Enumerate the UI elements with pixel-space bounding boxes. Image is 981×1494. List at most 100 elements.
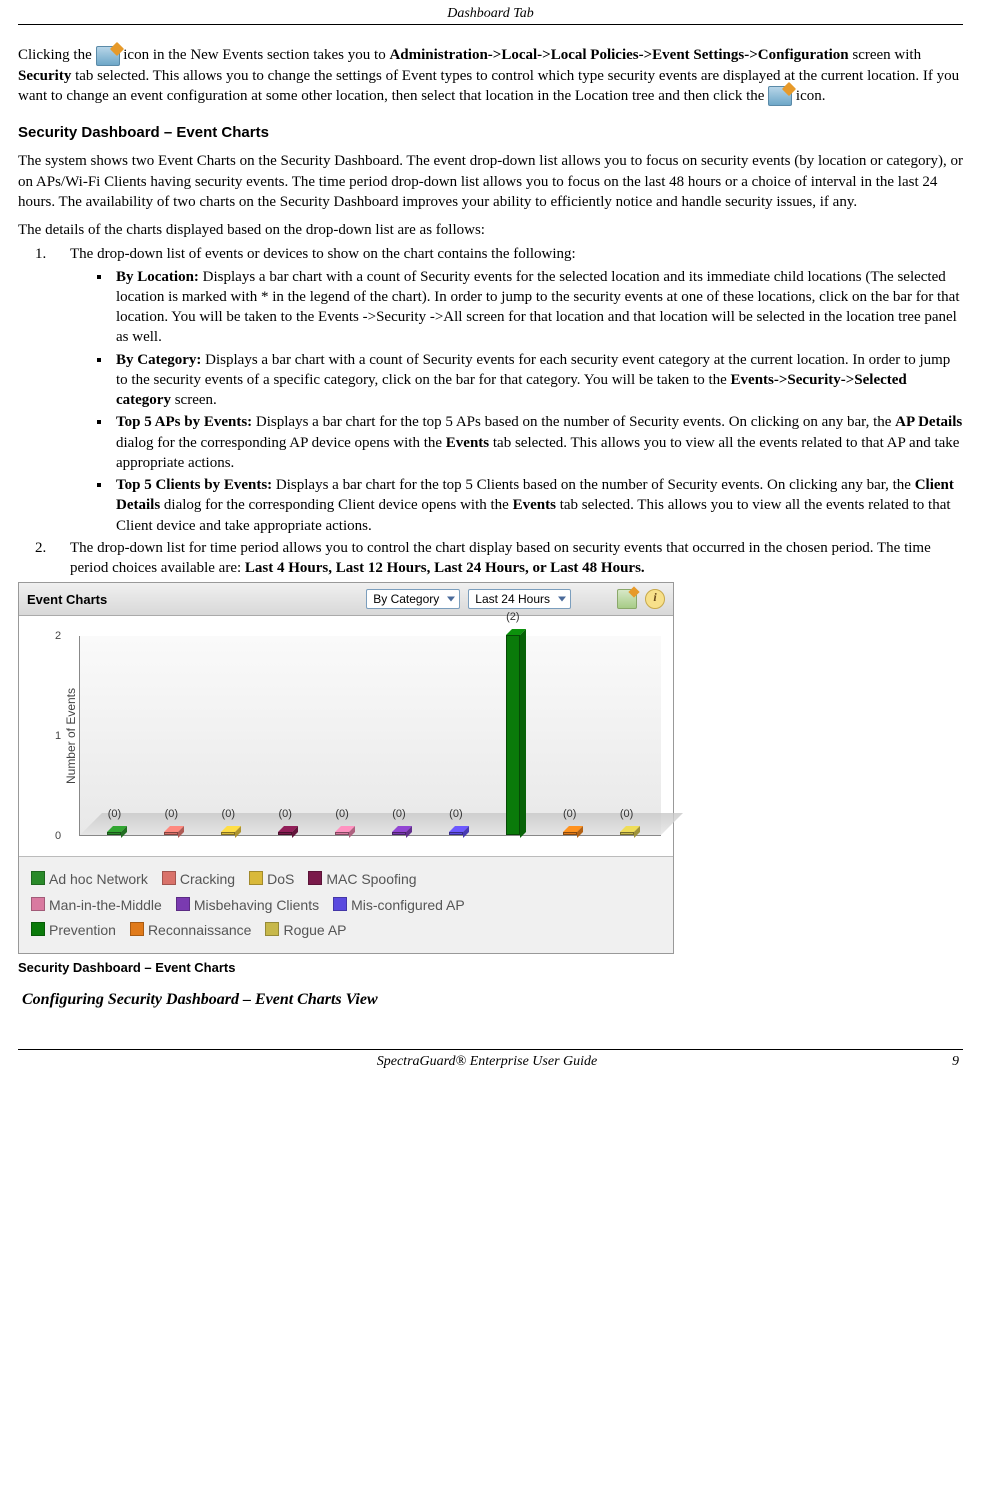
info-icon[interactable]	[645, 589, 665, 609]
event-charts-panel: Event Charts By Category Last 24 Hours N…	[18, 582, 674, 954]
locate-edit-icon	[96, 46, 120, 66]
paragraph-1: Clicking the icon in the New Events sect…	[18, 45, 963, 106]
legend-swatch	[31, 922, 45, 936]
legend-label: Reconnaissance	[148, 922, 252, 938]
legend-item: MAC Spoofing	[308, 867, 416, 892]
legend-label: Rogue AP	[283, 922, 346, 938]
legend-item: Man-in-the-Middle	[31, 893, 162, 918]
bullet-text: Displays a bar chart with a count of Sec…	[116, 269, 960, 346]
legend-swatch	[308, 871, 322, 885]
chart-axes: (0)(0)(0)(0)(0)(0)(0)(2)(0)(0)	[79, 636, 661, 836]
chart-bars: (0)(0)(0)(0)(0)(0)(0)(2)(0)(0)	[80, 636, 661, 835]
chart-toolbar: Event Charts By Category Last 24 Hours	[19, 583, 673, 616]
bar-value-label: (0)	[563, 808, 576, 820]
bar-value-label: (0)	[278, 808, 291, 820]
page-header-title: Dashboard Tab	[18, 0, 963, 24]
bar-value-label: (0)	[222, 808, 235, 820]
list-item-2: The drop-down list for time period allow…	[50, 538, 963, 579]
legend-item: Cracking	[162, 867, 235, 892]
bullet-bold2: Events	[513, 497, 556, 513]
bullet-list: By Location: Displays a bar chart with a…	[112, 267, 963, 536]
section-heading-event-charts: Security Dashboard – Event Charts	[18, 124, 963, 141]
bullet-mid: dialog for the corresponding AP device o…	[116, 435, 446, 451]
bar-value-label: (2)	[506, 611, 519, 623]
legend-item: DoS	[249, 867, 294, 892]
bar-value-label: (0)	[392, 808, 405, 820]
bullet-by-category: By Category: Displays a bar chart with a…	[112, 350, 963, 411]
legend-item: Misbehaving Clients	[176, 893, 319, 918]
chart-type-dropdown[interactable]: By Category	[366, 589, 460, 609]
chart-bar[interactable]: (2)	[484, 636, 541, 835]
p1-mid1: screen with	[852, 47, 921, 63]
p1-lead: Clicking the	[18, 47, 96, 63]
li2-bold: Last 4 Hours, Last 12 Hours, Last 24 Hou…	[245, 560, 645, 576]
footer-page-number: 9	[952, 1054, 959, 1070]
legend-label: Cracking	[180, 871, 235, 887]
legend-swatch	[130, 922, 144, 936]
p1-security-bold: Security	[18, 68, 71, 84]
bar-value-label: (0)	[108, 808, 121, 820]
y-tick: 2	[55, 630, 61, 642]
chart-bar[interactable]: (0)	[371, 636, 428, 835]
chart-period-dropdown[interactable]: Last 24 Hours	[468, 589, 571, 609]
locate-edit-icon	[768, 86, 792, 106]
legend-swatch	[249, 871, 263, 885]
legend-swatch	[176, 897, 190, 911]
chart-bar[interactable]: (0)	[598, 636, 655, 835]
figure-caption: Security Dashboard – Event Charts	[18, 960, 963, 975]
bullet-title: Top 5 Clients by Events:	[116, 477, 272, 493]
y-tick: 1	[55, 730, 61, 742]
chart-bar[interactable]: (0)	[86, 636, 143, 835]
edit-icon[interactable]	[617, 589, 637, 609]
legend-swatch	[162, 871, 176, 885]
bullet-bold: AP Details	[895, 414, 962, 430]
legend-label: MAC Spoofing	[326, 871, 416, 887]
chart-plot-area: Number of Events 012 (0)(0)(0)(0)(0)(0)(…	[19, 616, 673, 856]
footer-title: SpectraGuard® Enterprise User Guide	[377, 1054, 597, 1070]
bullet-text-post: screen.	[175, 392, 217, 408]
bullet-title: By Location:	[116, 269, 199, 285]
page-footer: SpectraGuard® Enterprise User Guide 9	[18, 1050, 963, 1084]
legend-swatch	[31, 897, 45, 911]
legend-item: Rogue AP	[265, 918, 346, 943]
list-item-1: The drop-down list of events or devices …	[50, 244, 963, 536]
y-tick: 0	[55, 830, 61, 842]
bullet-title: By Category:	[116, 352, 201, 368]
chart-panel-title: Event Charts	[27, 592, 107, 607]
chart-bar[interactable]: (0)	[541, 636, 598, 835]
legend-item: Mis-configured AP	[333, 893, 465, 918]
bar-value-label: (0)	[620, 808, 633, 820]
ordered-list: The drop-down list of events or devices …	[50, 244, 963, 578]
bar-value-label: (0)	[335, 808, 348, 820]
paragraph-3: The details of the charts displayed base…	[18, 220, 963, 240]
chart-legend: Ad hoc Network Cracking DoS MAC Spoofing Man…	[19, 856, 673, 953]
legend-label: Mis-configured AP	[351, 897, 465, 913]
chart-ylabel: Number of Events	[64, 688, 78, 784]
chart-bar[interactable]: (0)	[200, 636, 257, 835]
legend-label: Prevention	[49, 922, 116, 938]
bullet-text-pre: Displays a bar chart for the top 5 Clien…	[276, 477, 915, 493]
legend-label: Ad hoc Network	[49, 871, 148, 887]
legend-item: Reconnaissance	[130, 918, 252, 943]
legend-swatch	[333, 897, 347, 911]
p1-after-icon: icon in the New Events section takes you…	[123, 47, 389, 63]
bullet-bold2: Events	[446, 435, 489, 451]
legend-swatch	[265, 922, 279, 936]
chart-bar[interactable]: (0)	[257, 636, 314, 835]
li1-text: The drop-down list of events or devices …	[70, 246, 576, 262]
subheading-config: Configuring Security Dashboard – Event C…	[22, 991, 963, 1009]
chart-bar[interactable]: (0)	[427, 636, 484, 835]
bar-value-label: (0)	[165, 808, 178, 820]
bullet-top5-clients: Top 5 Clients by Events: Displays a bar …	[112, 475, 963, 536]
legend-label: Man-in-the-Middle	[49, 897, 162, 913]
chart-bar[interactable]: (0)	[314, 636, 371, 835]
paragraph-2: The system shows two Event Charts on the…	[18, 151, 963, 212]
bullet-title: Top 5 APs by Events:	[116, 414, 252, 430]
legend-swatch	[31, 871, 45, 885]
legend-item: Ad hoc Network	[31, 867, 148, 892]
legend-label: Misbehaving Clients	[194, 897, 319, 913]
p1-tail: icon.	[796, 88, 826, 104]
chart-bar[interactable]: (0)	[143, 636, 200, 835]
header-rule	[18, 24, 963, 25]
bullet-top5-aps: Top 5 APs by Events: Displays a bar char…	[112, 412, 963, 473]
